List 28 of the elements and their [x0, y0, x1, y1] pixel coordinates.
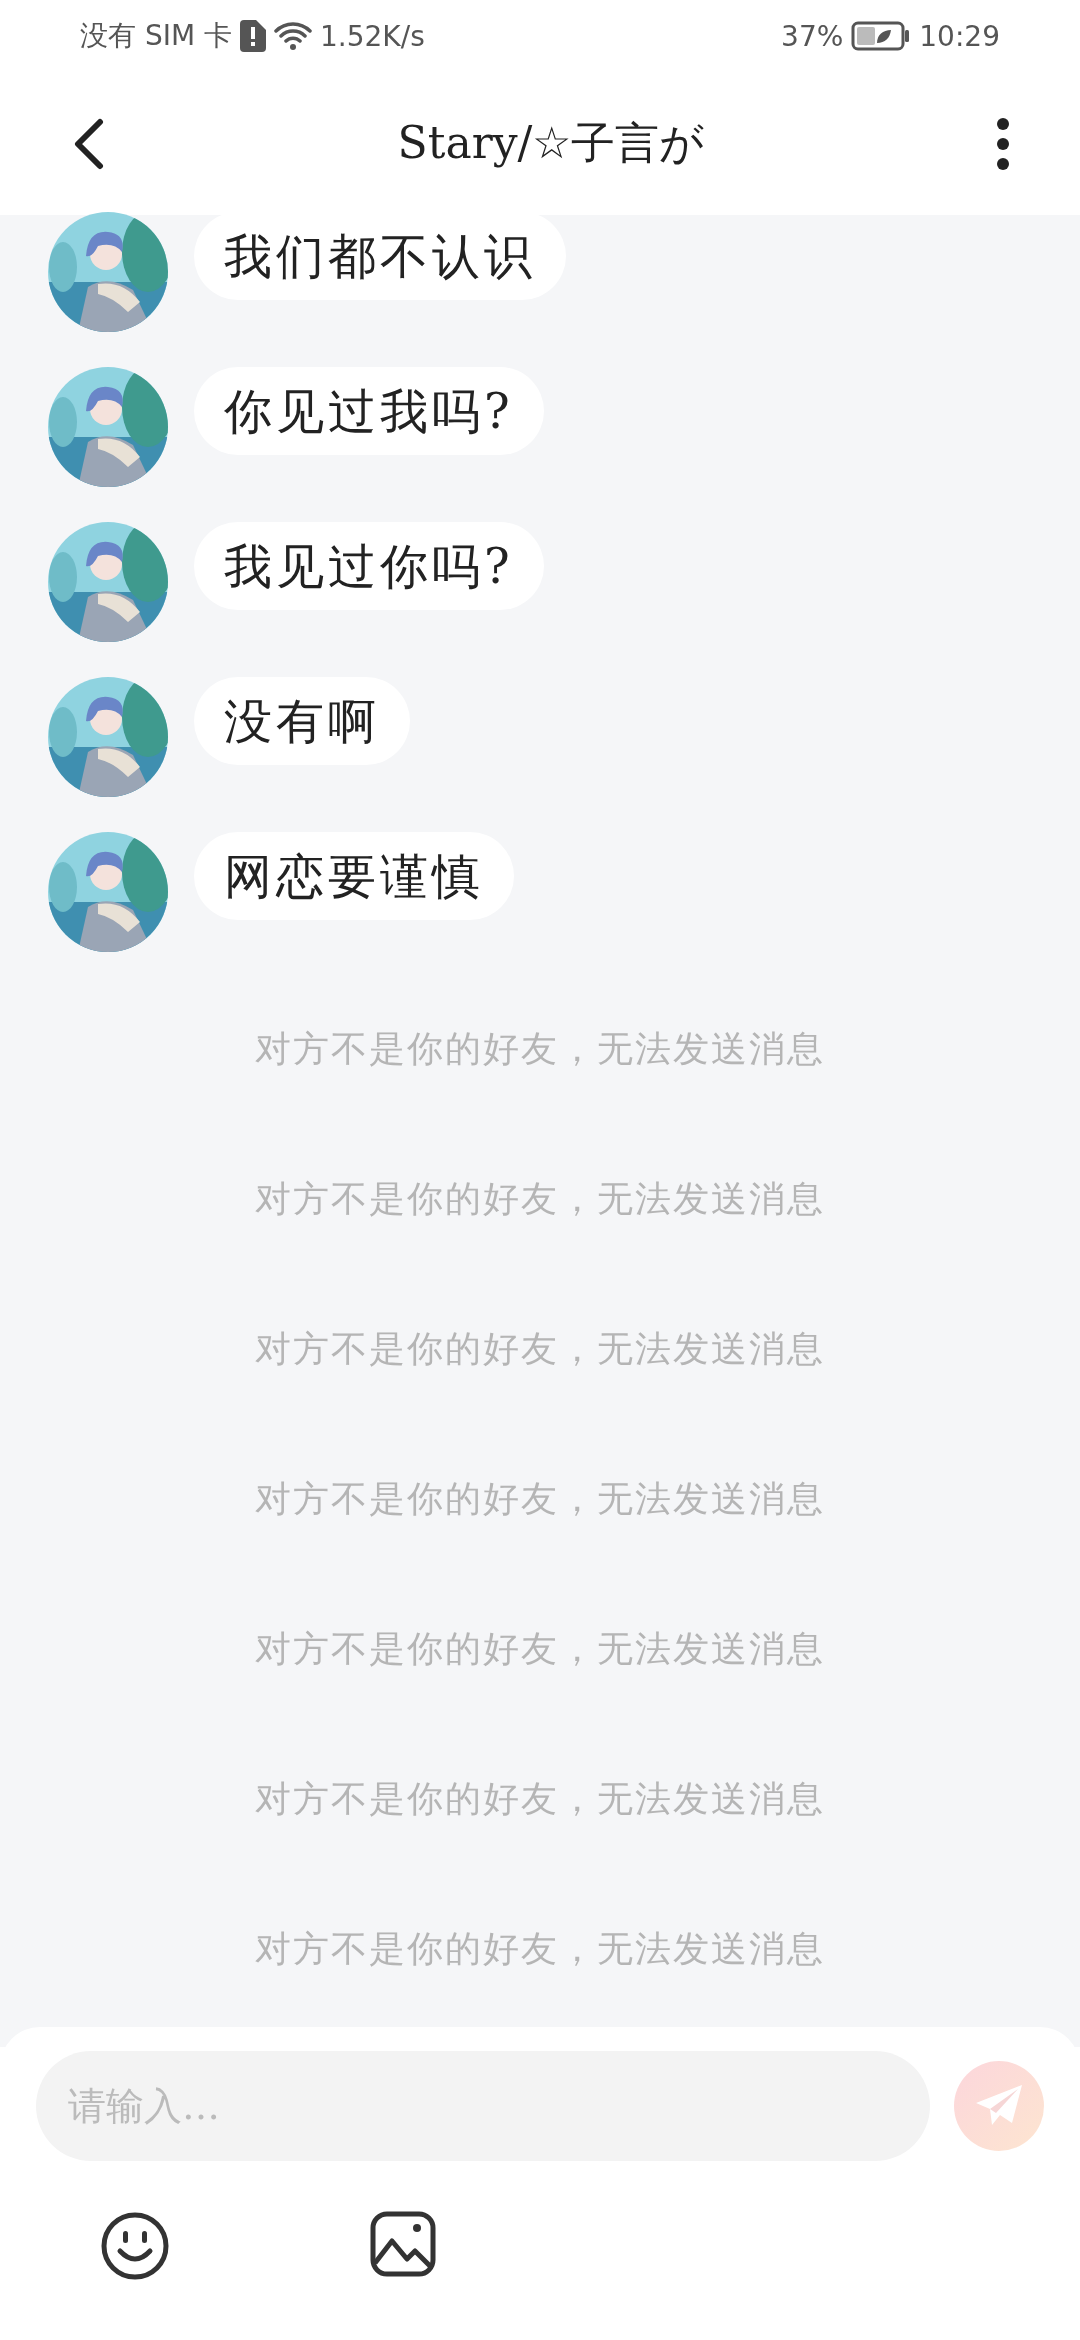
message-bubble: 你见过我吗?	[194, 367, 544, 455]
message-bubble: 我见过你吗?	[194, 522, 544, 610]
clock-text: 10:29	[919, 19, 1000, 53]
more-icon	[996, 116, 1010, 171]
battery-icon	[851, 21, 912, 51]
system-notice: 对方不是你的好友，无法发送消息	[255, 1177, 825, 1221]
system-notice: 对方不是你的好友，无法发送消息	[255, 1327, 825, 1371]
chat-title: Stary/☆子言が	[397, 116, 705, 170]
wifi-icon	[274, 21, 312, 51]
sim-alert-icon	[240, 20, 266, 52]
message-bubble: 没有啊	[194, 677, 410, 765]
system-notice: 对方不是你的好友，无法发送消息	[255, 1027, 825, 1071]
system-notice: 对方不是你的好友，无法发送消息	[255, 1627, 825, 1671]
system-notice: 对方不是你的好友，无法发送消息	[255, 1477, 825, 1521]
smiley-icon	[100, 2211, 170, 2281]
system-notice: 对方不是你的好友，无法发送消息	[255, 1927, 825, 1971]
back-icon	[72, 117, 106, 170]
more-options-button[interactable]	[996, 116, 1010, 171]
message-bubble: 网恋要谨慎	[194, 832, 514, 920]
battery-percent-text: 37%	[781, 19, 844, 53]
system-notice: 对方不是你的好友，无法发送消息	[255, 1777, 825, 1821]
carrier-text: 没有 SIM 卡	[80, 18, 232, 54]
message-input[interactable]: 请输入…	[36, 2051, 930, 2161]
back-button[interactable]	[72, 117, 106, 170]
emoji-button[interactable]	[100, 2211, 170, 2281]
image-icon	[370, 2211, 436, 2277]
network-speed-text: 1.52K/s	[320, 19, 425, 53]
message-bubble: 我们都不认识	[194, 212, 566, 300]
